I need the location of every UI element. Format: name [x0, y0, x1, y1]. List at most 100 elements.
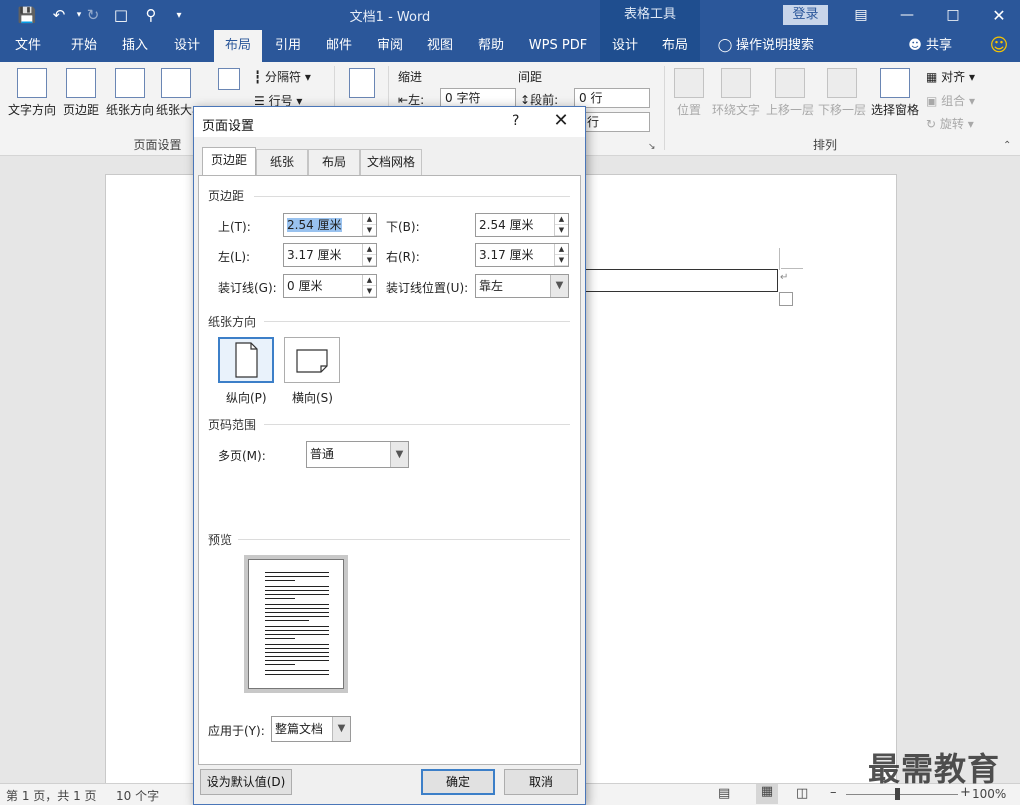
top-margin-spinner[interactable]: ▲ ▼ — [362, 214, 376, 236]
divider — [254, 196, 570, 197]
help-button[interactable]: ? — [512, 113, 519, 129]
preview-section-title: 预览 — [208, 533, 233, 547]
arrange-group-label: 排列 — [812, 138, 837, 152]
read-mode-icon[interactable]: ▤ — [718, 786, 730, 801]
right-margin-input[interactable]: 3.17 厘米 ▲ ▼ — [475, 243, 569, 267]
breaks-button[interactable]: ┇ 分隔符 ▾ — [254, 68, 311, 85]
share-button[interactable]: 共享 — [926, 30, 958, 62]
tab-insert[interactable]: 插入 — [110, 30, 160, 62]
login-button[interactable]: 登录 — [783, 5, 828, 25]
landscape-option[interactable] — [284, 337, 340, 383]
bottom-margin-spinner[interactable]: ▲ ▼ — [554, 214, 568, 236]
landscape-label[interactable]: 横向(S) — [292, 389, 333, 406]
dialog-close-icon[interactable]: ✕ — [549, 110, 573, 131]
tab-paper[interactable]: 纸张 — [256, 149, 308, 175]
right-margin-label: 右(R): — [386, 250, 420, 264]
gutter-position-select[interactable]: 靠左 ▼ — [475, 274, 569, 298]
table-cell[interactable] — [580, 269, 778, 292]
tab-layout-dialog[interactable]: 布局 — [308, 149, 360, 175]
send-backward-button[interactable]: 下移一层 — [816, 68, 868, 118]
window-title: 文档1 - Word — [349, 10, 431, 25]
tab-mailings[interactable]: 邮件 — [314, 30, 364, 62]
smiley-feedback-icon[interactable]: ☺ — [986, 30, 1012, 62]
tab-layout[interactable]: 布局 — [214, 30, 262, 62]
gutter-input[interactable]: 0 厘米 ▲ ▼ — [283, 274, 377, 298]
tab-table-design[interactable]: 设计 — [602, 30, 648, 62]
tab-view[interactable]: 视图 — [416, 30, 464, 62]
position-icon — [674, 68, 704, 98]
margins-section-title: 页边距 — [208, 189, 245, 203]
paragraph-dialog-launcher-icon[interactable]: ↘ — [648, 142, 656, 152]
indent-left-input[interactable]: 0 字符 — [440, 88, 516, 108]
tab-margins[interactable]: 页边距 — [202, 147, 256, 177]
columns-button[interactable] — [214, 68, 244, 93]
divider — [264, 424, 570, 425]
word-count-status[interactable]: 10 个字 — [116, 787, 159, 804]
tab-design[interactable]: 设计 — [162, 30, 212, 62]
cancel-button[interactable]: 取消 — [504, 769, 578, 795]
selection-pane-icon — [880, 68, 910, 98]
tab-review[interactable]: 审阅 — [366, 30, 414, 62]
tab-help[interactable]: 帮助 — [466, 30, 516, 62]
text-direction-button[interactable]: 文字方向 — [6, 68, 58, 118]
tab-wps-pdf[interactable]: WPS PDF — [522, 30, 594, 62]
apply-to-select[interactable]: 整篇文档 ▼ — [271, 716, 351, 742]
left-margin-input[interactable]: 3.17 厘米 ▲ ▼ — [283, 243, 377, 267]
chevron-down-icon[interactable]: ▼ — [550, 275, 568, 297]
bottom-margin-input[interactable]: 2.54 厘米 ▲ ▼ — [475, 213, 569, 237]
portrait-option[interactable] — [218, 337, 274, 383]
tell-me-search[interactable]: 操作说明搜索 — [736, 30, 822, 62]
pages-section-title: 页码范围 — [208, 418, 257, 432]
set-default-button[interactable]: 设为默认值(D) — [200, 769, 292, 795]
selection-pane-button[interactable]: 选择窗格 — [870, 68, 920, 118]
minimize-icon[interactable]: — — [884, 0, 930, 30]
portrait-label[interactable]: 纵向(P) — [226, 389, 267, 406]
margins-button[interactable]: 页边距 — [60, 68, 102, 118]
chevron-down-icon[interactable]: ▼ — [332, 717, 350, 741]
bring-forward-button[interactable]: 上移一层 — [764, 68, 816, 118]
page-count-status[interactable]: 第 1 页，共 1 页 — [6, 787, 97, 804]
manuscript-icon — [349, 68, 375, 98]
align-button[interactable]: ▦ 对齐 ▾ — [926, 68, 975, 85]
portrait-page-icon — [235, 342, 258, 378]
orientation-icon — [115, 68, 145, 98]
rotate-button[interactable]: ↻ 旋转 ▾ — [926, 115, 974, 132]
top-margin-label: 上(T): — [218, 220, 251, 234]
ribbon-display-options-icon[interactable]: ▤ — [838, 0, 884, 30]
right-margin-spinner[interactable]: ▲ ▼ — [554, 244, 568, 266]
web-layout-icon[interactable]: ◫ — [796, 786, 808, 801]
zoom-out-icon[interactable]: – — [830, 785, 837, 800]
position-button[interactable]: 位置 — [670, 68, 708, 118]
print-layout-icon[interactable]: ▦ — [756, 784, 778, 804]
paper-size-button[interactable]: 纸张大小 — [156, 68, 196, 118]
chevron-down-icon[interactable]: ▼ — [390, 442, 408, 467]
tab-references[interactable]: 引用 — [264, 30, 312, 62]
tab-file[interactable]: 文件 — [2, 30, 54, 62]
indent-label: 缩进 — [398, 70, 423, 84]
table-resize-handle[interactable] — [779, 292, 793, 306]
orientation-section-title: 纸张方向 — [208, 315, 257, 329]
tab-table-layout[interactable]: 布局 — [652, 30, 698, 62]
paper-size-icon — [161, 68, 191, 98]
group-objects-button[interactable]: ▣ 组合 ▾ — [926, 92, 975, 109]
manuscript-button[interactable] — [346, 68, 378, 101]
ribbon-tab-bar: 文件 开始 插入 设计 布局 引用 邮件 审阅 视图 帮助 WPS PDF 设计… — [0, 30, 1020, 62]
end-of-row-mark: ↵ — [780, 272, 789, 283]
tab-home[interactable]: 开始 — [58, 30, 110, 62]
ok-button[interactable]: 确定 — [421, 769, 495, 795]
multiple-pages-select[interactable]: 普通 ▼ — [306, 441, 409, 468]
gutter-spinner[interactable]: ▲ ▼ — [362, 275, 376, 297]
left-margin-spinner[interactable]: ▲ ▼ — [362, 244, 376, 266]
dialog-title-bar: 页面设置 ? ✕ — [194, 107, 585, 137]
columns-icon — [218, 68, 240, 90]
spacing-before-input[interactable]: 0 行 — [574, 88, 650, 108]
preview-page — [248, 559, 344, 689]
zoom-slider[interactable] — [846, 794, 958, 795]
wrap-text-button[interactable]: 环绕文字 — [708, 68, 764, 118]
maximize-icon[interactable]: □ — [930, 0, 976, 30]
close-icon[interactable]: ✕ — [976, 0, 1020, 30]
top-margin-input[interactable]: 2.54 厘米 ▲ ▼ — [283, 213, 377, 237]
orientation-button[interactable]: 纸张方向 — [104, 68, 156, 118]
tab-document-grid[interactable]: 文档网格 — [360, 149, 422, 175]
collapse-ribbon-icon[interactable]: ⌃ — [1003, 140, 1011, 151]
